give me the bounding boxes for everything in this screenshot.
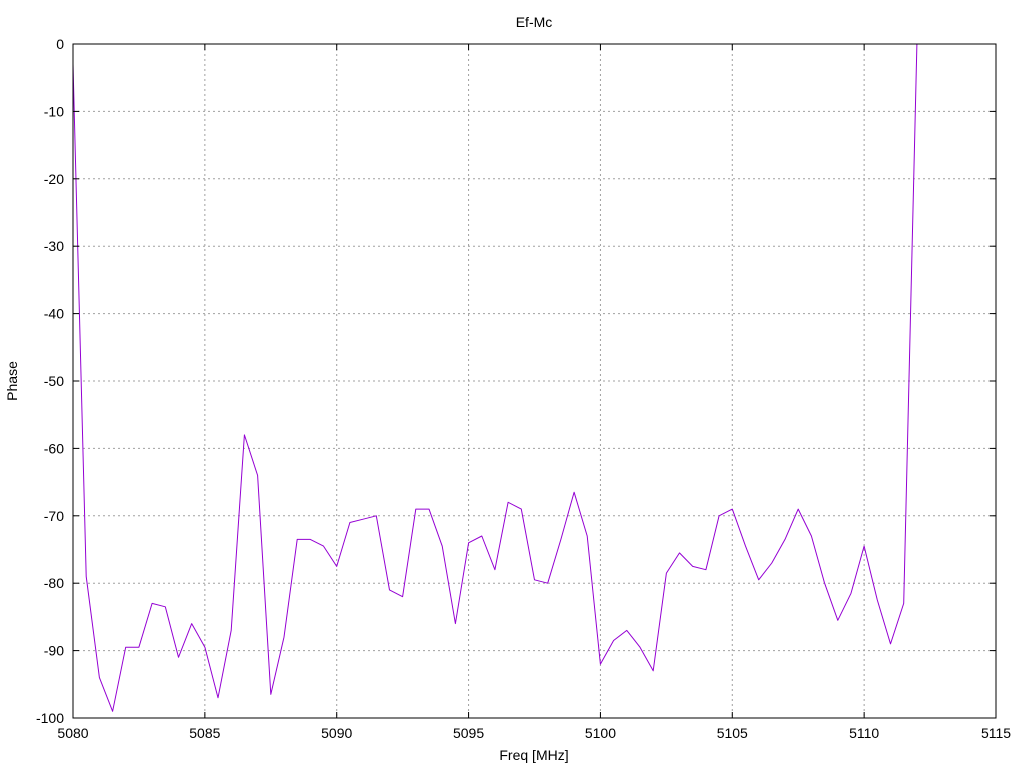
x-tick-label: 5115 (981, 725, 1011, 741)
x-tick-label: 5085 (189, 725, 220, 741)
y-tick-label: -70 (44, 508, 64, 524)
x-axis-title: Freq [MHz] (499, 747, 568, 763)
x-tick-label: 5100 (585, 725, 616, 741)
x-tick-label: 5090 (321, 725, 352, 741)
x-tick-label: 5110 (849, 725, 879, 741)
y-tick-label: -30 (44, 238, 64, 254)
x-tick-label: 5105 (717, 725, 748, 741)
y-tick-label: -100 (36, 710, 64, 726)
chart-title: Ef-Mc (516, 14, 553, 30)
y-tick-label: -50 (44, 373, 64, 389)
y-tick-label: -10 (44, 103, 64, 119)
y-axis-title: Phase (4, 361, 20, 401)
y-tick-label: -80 (44, 575, 64, 591)
tick-label-layer: 5080 5085 5090 5095 5100 5105 5110 5115 0 -10 -20 -… (36, 36, 1011, 741)
x-tick-label: 5095 (453, 725, 484, 741)
y-tick-label: 0 (56, 36, 64, 52)
line-chart: 5080 5085 5090 5095 5100 5105 5110 5115 0 -10 -20 -… (4, 14, 1011, 763)
grid-layer (73, 44, 996, 718)
y-tick-label: -60 (44, 440, 64, 456)
series-line-0 (72, 43, 918, 712)
y-tick-label: -90 (44, 643, 64, 659)
y-tick-label: -40 (44, 306, 64, 322)
x-tick-label: 5080 (57, 725, 88, 741)
y-tick-label: -20 (44, 171, 64, 187)
series-layer (72, 43, 918, 712)
chart-container: 5080 5085 5090 5095 5100 5105 5110 5115 0 -10 -20 -… (0, 0, 1024, 768)
